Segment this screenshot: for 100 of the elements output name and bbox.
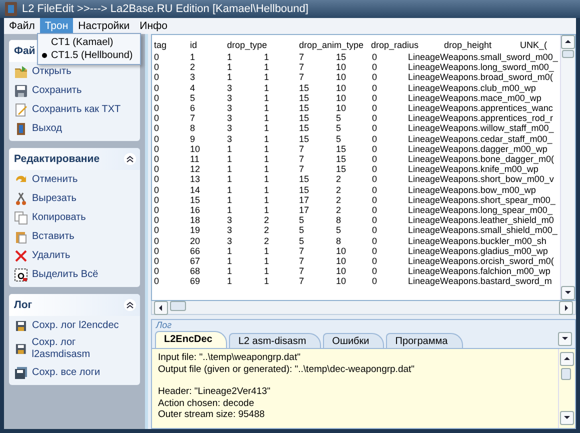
table-cell-text: 2 bbox=[264, 236, 270, 246]
table-cell-text: 4 bbox=[190, 82, 196, 93]
scroll-left-button[interactable] bbox=[154, 300, 168, 314]
table-cell-text: 0 bbox=[154, 256, 160, 266]
table-cell-text: LineageWeapons.leather_shield_m0 bbox=[408, 215, 555, 226]
sidebar-item[interactable]: Выделить Всё bbox=[32, 268, 98, 280]
table-cell-text: 0 bbox=[154, 62, 160, 72]
menu-option[interactable]: CT1.5 (Hellbound) bbox=[38, 49, 140, 62]
table-cell-text: 1 bbox=[264, 184, 270, 195]
table-cell-text: 5 bbox=[336, 225, 342, 236]
table-cell-text: 15 bbox=[299, 123, 310, 134]
collapse-icon[interactable] bbox=[124, 299, 136, 311]
table-cell-text: 0 bbox=[372, 246, 378, 256]
scroll-down-button[interactable] bbox=[561, 286, 575, 300]
table-cell-text: 1 bbox=[264, 276, 270, 287]
clipboard-icon bbox=[14, 230, 28, 244]
scroll-thumb[interactable] bbox=[561, 368, 571, 380]
sidebar-item[interactable]: Выход bbox=[32, 122, 62, 134]
table-cell-text: LineageWeapons.orcish_sword_m0( bbox=[408, 256, 555, 266]
floppy-disks-icon bbox=[14, 366, 28, 380]
table-cell-text: LineageWeapons.short_bow_m00_v bbox=[408, 174, 555, 185]
scroll-thumb[interactable] bbox=[170, 300, 186, 310]
table-cell-text: LineageWeapons.knife_m00_wp bbox=[408, 164, 540, 174]
table-cell-text: 0 bbox=[372, 164, 378, 174]
sidebar-item[interactable]: Сохранить bbox=[32, 84, 82, 96]
sidebar-item[interactable]: Сохранить как TXT bbox=[32, 104, 121, 116]
table-cell-text: 7 bbox=[299, 246, 306, 256]
tab[interactable]: L2 asm-disasm bbox=[229, 333, 322, 348]
table-cell-text: 1 bbox=[264, 164, 270, 174]
app-icon bbox=[5, 2, 17, 16]
table-cell-text: 69 bbox=[190, 276, 202, 287]
table-cell-text: 1 bbox=[264, 246, 270, 256]
collapse-icon[interactable] bbox=[124, 153, 136, 165]
table-cell-text: 1 bbox=[227, 266, 234, 276]
scroll-up-button[interactable] bbox=[561, 35, 575, 49]
scroll-right-button[interactable] bbox=[559, 300, 573, 314]
table-cell-text: LineageWeapons.cedar_staff_m00_ bbox=[408, 134, 554, 144]
panel-title: Редактирование bbox=[14, 153, 100, 165]
table-cell-text: 66 bbox=[190, 246, 202, 256]
table-cell-text: 15 bbox=[336, 144, 348, 154]
menu-option[interactable]: CT1 (Kamael) bbox=[38, 36, 140, 49]
table-cell-text: 1 bbox=[227, 52, 234, 62]
table-cell-text: 0 bbox=[372, 276, 378, 287]
table-cell-text: 1 bbox=[227, 164, 234, 174]
horizontal-scrollbar[interactable] bbox=[151, 301, 576, 315]
sidebar-item[interactable]: Сохр. лог l2encdec bbox=[32, 320, 119, 332]
table-cell-text: 17 bbox=[299, 205, 310, 216]
table-cell-text: 15 bbox=[299, 113, 310, 124]
table-cell-text: 0 bbox=[372, 103, 378, 114]
column-header: drop_type bbox=[227, 39, 268, 52]
table-cell-text: 6 bbox=[190, 103, 196, 114]
select-all-icon bbox=[14, 268, 28, 282]
table-cell-text: 15 bbox=[299, 174, 310, 185]
sidebar-item[interactable]: Отменить bbox=[32, 174, 78, 186]
scroll-down-button[interactable] bbox=[560, 411, 574, 425]
table-cell-text: 1 bbox=[227, 256, 234, 266]
table-cell-text: 5 bbox=[336, 113, 342, 124]
sidebar-item[interactable]: Вырезать bbox=[32, 192, 76, 204]
table-cell-text: 7 bbox=[299, 72, 306, 83]
table-cell-text: 1 bbox=[227, 205, 234, 216]
sidebar-item[interactable]: Удалить bbox=[32, 250, 70, 262]
group-label: Лог bbox=[154, 320, 173, 331]
log-line: Input file: "..\temp\weapongrp.dat" bbox=[158, 352, 302, 364]
table-cell-text: 10 bbox=[336, 92, 348, 104]
table-cell-text: 1 bbox=[227, 184, 234, 195]
table-cell-text: LineageWeapons.bone_dagger_m0( bbox=[408, 154, 555, 164]
table-cell-text: 3 bbox=[227, 123, 234, 134]
column-header: id bbox=[190, 39, 198, 52]
table-cell-text: LineageWeapons.gladius_m00_wp bbox=[408, 246, 549, 256]
menu-item[interactable]: Настройки bbox=[73, 18, 135, 34]
table-cell-text: LineageWeapons.mace_m00_wp bbox=[408, 92, 542, 104]
table-cell-text: 0 bbox=[154, 72, 160, 83]
folder-icon bbox=[14, 64, 28, 78]
sidebar-item[interactable]: Копировать bbox=[32, 212, 86, 224]
scroll-thumb[interactable] bbox=[562, 50, 574, 58]
table-cell-text: 0 bbox=[154, 184, 160, 195]
table-cell-text: 0 bbox=[372, 62, 378, 72]
vertical-scrollbar[interactable] bbox=[560, 35, 575, 300]
tab[interactable]: Ошибки bbox=[323, 333, 384, 348]
table-cell-text: 5 bbox=[299, 236, 306, 246]
table-cell-text: LineageWeapons.club_m00_wp bbox=[408, 82, 537, 93]
tab[interactable]: Программа bbox=[386, 333, 463, 348]
table-cell-text: 5 bbox=[299, 225, 306, 236]
sidebar-item[interactable]: Открыть bbox=[32, 66, 72, 78]
vertical-scrollbar[interactable] bbox=[558, 349, 575, 428]
table-cell-text: 3 bbox=[227, 134, 234, 144]
sidebar-item[interactable]: Вставить bbox=[32, 230, 74, 242]
sidebar-item[interactable]: Сохр. все логи bbox=[32, 366, 100, 378]
column-header: drop_height bbox=[444, 39, 493, 52]
scroll-up-button[interactable] bbox=[560, 352, 574, 366]
table-cell-text: LineageWeapons.small_sword_m00_ bbox=[408, 52, 559, 62]
tab[interactable]: L2EncDec bbox=[155, 331, 228, 348]
column-header: drop_radius bbox=[371, 39, 420, 52]
sidebar-item[interactable]: Сохр. лог l2asmdisasm bbox=[32, 337, 135, 361]
menu-item[interactable]: Инфо bbox=[134, 18, 172, 34]
column-header: drop_anim_type bbox=[299, 39, 365, 52]
table-cell-text: 10 bbox=[336, 62, 348, 72]
table-cell-text: 68 bbox=[190, 266, 202, 276]
menu-item[interactable]: Файл bbox=[4, 18, 40, 34]
dropdown-button[interactable] bbox=[558, 332, 572, 346]
